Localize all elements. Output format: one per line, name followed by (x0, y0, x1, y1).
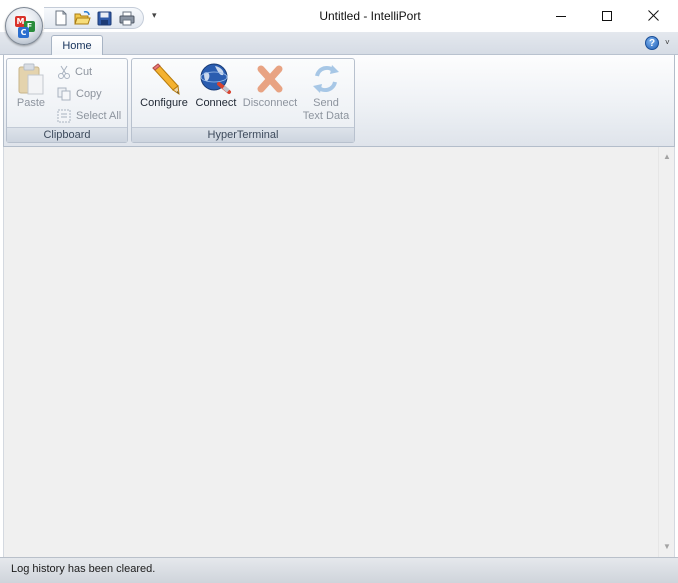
paste-icon (18, 63, 44, 95)
send-label-line1: Send (313, 97, 339, 109)
close-button[interactable] (630, 0, 676, 31)
paste-label: Paste (16, 97, 46, 109)
customize-qat-button[interactable]: ▾ (152, 10, 157, 21)
help-button[interactable]: ? (645, 36, 659, 50)
cut-button[interactable]: Cut (57, 62, 92, 82)
select-all-icon (57, 109, 71, 123)
hyperterminal-group-label: HyperTerminal (132, 127, 354, 142)
new-document-icon (55, 10, 66, 26)
copy-button[interactable]: Copy (57, 84, 102, 104)
close-icon (647, 10, 659, 21)
title-bar: Untitled - IntelliPort ▾ (0, 0, 678, 32)
clipboard-group: Paste Cut Copy Select All Clipboard (6, 58, 128, 143)
save-button[interactable] (96, 10, 113, 27)
print-button[interactable] (118, 10, 135, 27)
application-menu-button[interactable]: M F C (5, 7, 43, 45)
print-icon (119, 11, 134, 25)
maximize-button[interactable] (584, 0, 630, 31)
cut-label: Cut (75, 66, 93, 78)
hyperterminal-group: Configure Connect Disconnect Send Text D… (131, 58, 355, 143)
copy-icon (57, 87, 71, 101)
new-document-button[interactable] (52, 10, 69, 27)
open-folder-icon (74, 10, 91, 24)
select-all-label: Select All (76, 110, 122, 122)
ribbon-tab-strip: Home (0, 32, 678, 56)
quick-access-toolbar (44, 7, 144, 29)
disconnect-label: Disconnect (242, 97, 298, 109)
pencil-icon (152, 63, 180, 96)
minimize-icon (556, 15, 566, 17)
configure-button[interactable]: Configure (135, 61, 193, 127)
open-button[interactable] (74, 10, 91, 27)
connect-label: Connect (195, 97, 237, 109)
disconnect-x-icon (257, 65, 283, 93)
send-text-data-button[interactable]: Send Text Data (301, 61, 351, 127)
connect-globe-icon (200, 63, 231, 94)
help-menu-caret[interactable]: ˅ (665, 38, 670, 47)
scissors-icon (58, 65, 70, 79)
disconnect-button[interactable]: Disconnect (239, 61, 301, 127)
configure-label: Configure (140, 97, 188, 109)
send-refresh-icon (313, 65, 339, 93)
send-label-line2: Text Data (302, 110, 350, 122)
clipboard-group-label: Clipboard (7, 127, 127, 142)
minimize-button[interactable] (538, 0, 584, 31)
status-bar: Log history has been cleared. (0, 557, 678, 583)
vertical-scrollbar[interactable]: ▲ ▼ (658, 147, 674, 557)
connect-button[interactable]: Connect (193, 61, 239, 127)
copy-label: Copy (76, 88, 102, 100)
scroll-up-arrow-icon[interactable]: ▲ (661, 151, 673, 163)
terminal-log-area[interactable]: ▲ ▼ (3, 147, 675, 557)
scroll-down-arrow-icon[interactable]: ▼ (661, 541, 673, 553)
save-icon (97, 11, 112, 25)
tab-home[interactable]: Home (51, 35, 103, 56)
maximize-icon (602, 10, 612, 21)
status-message: Log history has been cleared. (11, 563, 156, 575)
paste-button[interactable]: Paste (11, 61, 51, 127)
select-all-button[interactable]: Select All (57, 106, 121, 126)
